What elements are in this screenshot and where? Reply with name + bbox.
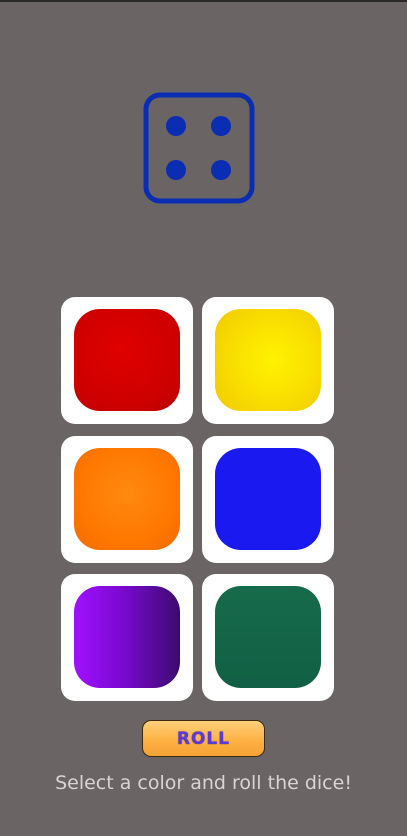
color-swatch-purple bbox=[74, 586, 180, 688]
instruction-text: Select a color and roll the dice! bbox=[55, 772, 352, 794]
color-tile-orange[interactable] bbox=[61, 436, 193, 563]
color-grid bbox=[61, 297, 334, 701]
color-tile-red[interactable] bbox=[61, 297, 193, 424]
dice-four-icon bbox=[143, 92, 255, 204]
color-swatch-red bbox=[74, 309, 180, 411]
dice-pip bbox=[166, 160, 186, 180]
color-swatch-green bbox=[215, 586, 321, 688]
top-edge-line bbox=[0, 0, 407, 2]
color-tile-purple[interactable] bbox=[61, 574, 193, 701]
color-swatch-blue bbox=[215, 448, 321, 550]
color-tile-yellow[interactable] bbox=[202, 297, 334, 424]
color-swatch-yellow bbox=[215, 309, 321, 411]
color-tile-blue[interactable] bbox=[202, 436, 334, 563]
color-swatch-orange bbox=[74, 448, 180, 550]
color-tile-green[interactable] bbox=[202, 574, 334, 701]
dice-pip bbox=[211, 116, 231, 136]
roll-button-label: ROLL bbox=[176, 728, 231, 749]
roll-button[interactable]: ROLL bbox=[142, 720, 265, 757]
dice-pip bbox=[211, 160, 231, 180]
dice-pip bbox=[166, 116, 186, 136]
